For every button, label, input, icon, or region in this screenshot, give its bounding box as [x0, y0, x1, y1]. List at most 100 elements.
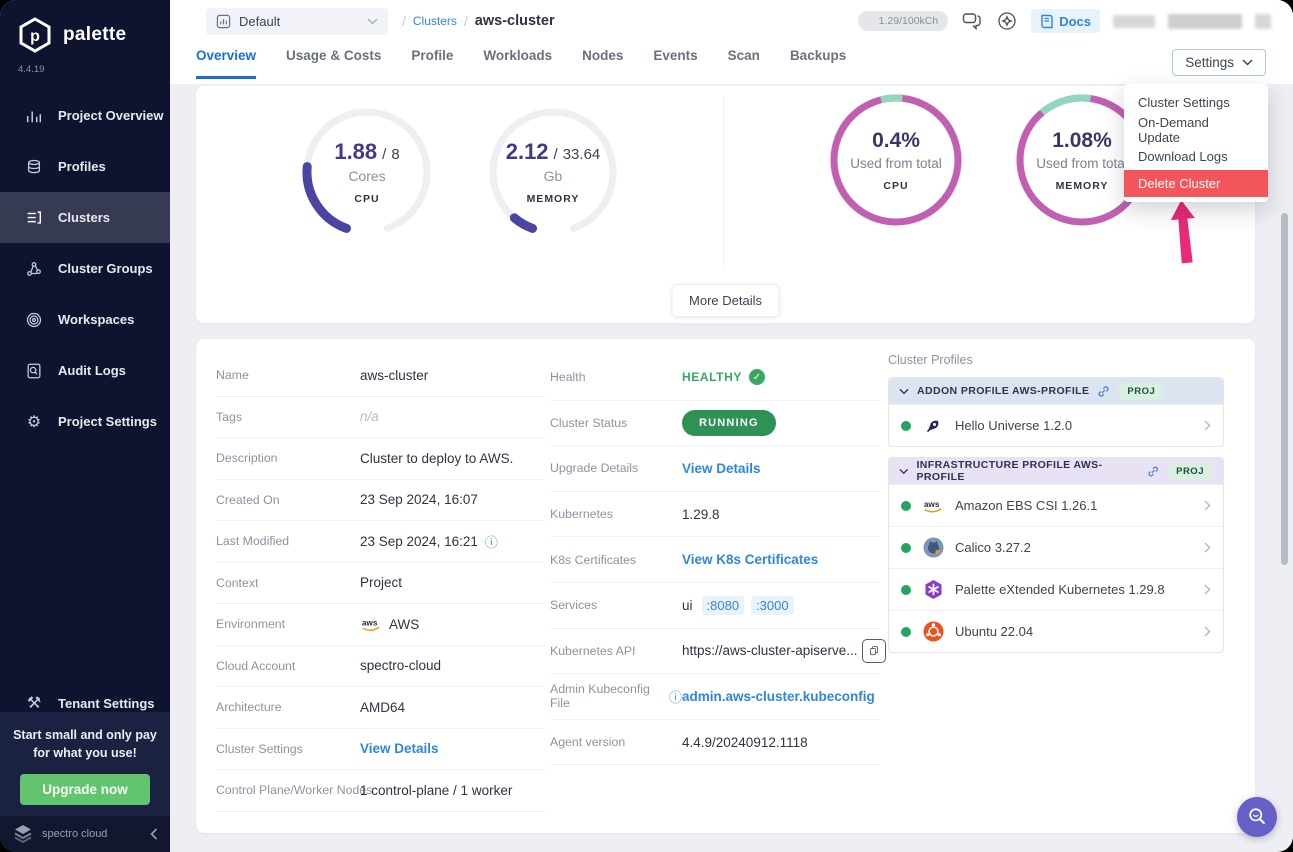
running-status-badge[interactable]: RUNNING [682, 410, 776, 436]
detail-label: Context [216, 576, 360, 590]
copy-button[interactable] [862, 639, 886, 663]
status-label: Kubernetes [550, 507, 682, 521]
footer-brand-name: spectro cloud [42, 828, 142, 840]
cluster-settings-view-details-link[interactable]: View Details [360, 741, 439, 756]
service-port-link[interactable]: :8080 [702, 596, 745, 615]
sidebar-item-label: Project Settings [58, 414, 157, 429]
sidebar-item-profiles[interactable]: Profiles [0, 141, 170, 192]
promo-line-2: for what you use! [33, 746, 136, 760]
breadcrumb: / Clusters / aws-cluster [402, 13, 555, 29]
view-k8s-certificates-link[interactable]: View K8s Certificates [682, 552, 818, 567]
chevron-right-icon [1204, 500, 1211, 511]
tools-icon: ⚒ [24, 693, 44, 713]
menu-item-cluster-settings[interactable]: Cluster Settings [1124, 89, 1268, 116]
menu-item-on-demand-update[interactable]: On-Demand Update [1124, 116, 1268, 143]
kubeconfig-download-link[interactable]: admin.aws-cluster.kubeconfig [682, 689, 875, 704]
sidebar-item-cluster-groups[interactable]: Cluster Groups [0, 243, 170, 294]
chart-mini-icon [216, 14, 231, 29]
cpu-cores-gauge: 1.88 / 8 Cores CPU [297, 102, 437, 242]
detail-value: spectro-cloud [360, 658, 441, 673]
chevron-right-icon [1204, 542, 1211, 553]
link-icon[interactable] [1147, 465, 1159, 478]
details-column: Name aws-cluster Tags n/a Description Cl… [216, 355, 546, 812]
last-modified-value: 23 Sep 2024, 16:21 [360, 534, 478, 549]
settings-button[interactable]: Settings [1172, 49, 1266, 76]
svg-text:p: p [30, 28, 40, 45]
sidebar-item-label: Cluster Groups [58, 261, 153, 276]
gauge-label: CPU [354, 193, 379, 205]
sidebar-item-project-settings[interactable]: ⚙ Project Settings [0, 396, 170, 447]
chat-icon[interactable] [961, 10, 983, 32]
tab-nodes[interactable]: Nodes [582, 48, 623, 79]
proj-badge: PROJ [1167, 463, 1213, 480]
svg-text:aws: aws [924, 499, 940, 508]
profile-item-palette-extended-kubernetes[interactable]: Palette eXtended Kubernetes 1.29.8 [889, 568, 1223, 610]
audit-icon [24, 361, 44, 381]
gauge-separator: / [554, 146, 558, 163]
profile-item-name: Palette eXtended Kubernetes 1.29.8 [955, 582, 1165, 597]
tab-usage-costs[interactable]: Usage & Costs [286, 48, 381, 79]
check-circle-icon: ✓ [749, 369, 765, 385]
tab-backups[interactable]: Backups [790, 48, 846, 79]
profile-item-ubuntu[interactable]: Ubuntu 22.04 [889, 610, 1223, 652]
row-services: Services ui :8080 :3000 [550, 583, 880, 629]
cpu-used-value: 1.88 [334, 139, 377, 165]
sidebar-item-clusters[interactable]: Clusters [0, 192, 170, 243]
chevron-down-icon [367, 18, 378, 25]
gauge-unit: Cores [348, 168, 385, 184]
aws-icon: aws [922, 495, 944, 517]
upgrade-now-button[interactable]: Upgrade now [20, 774, 150, 805]
tab-scan[interactable]: Scan [728, 48, 760, 79]
menu-item-delete-cluster[interactable]: Delete Cluster [1124, 170, 1268, 197]
row-health: Health HEALTHY ✓ [550, 355, 880, 401]
compass-icon[interactable] [996, 10, 1018, 32]
detail-label: Cloud Account [216, 659, 360, 673]
health-value: HEALTHY ✓ [682, 369, 765, 385]
donut-label: CPU [883, 180, 908, 192]
scrollbar[interactable] [1281, 213, 1288, 565]
detail-label: Environment [216, 617, 360, 631]
sidebar-item-project-overview[interactable]: Project Overview [0, 90, 170, 141]
kubernetes-version: 1.29.8 [682, 507, 720, 522]
service-port-link[interactable]: :3000 [751, 596, 794, 615]
gauge-separator: / [382, 146, 386, 163]
profile-section-name: INFRASTRUCTURE PROFILE AWS-PROFILE [916, 459, 1138, 483]
settings-button-label: Settings [1185, 55, 1234, 70]
profile-item-amazon-ebs[interactable]: aws Amazon EBS CSI 1.26.1 [889, 484, 1223, 526]
link-icon[interactable] [1097, 385, 1110, 398]
list-icon [24, 208, 44, 228]
row-cluster-status: Cluster Status RUNNING [550, 401, 880, 447]
detail-value: 23 Sep 2024, 16:07 [360, 492, 478, 507]
menu-item-download-logs[interactable]: Download Logs [1124, 143, 1268, 170]
chevron-right-icon [1204, 584, 1211, 595]
row-upgrade-details: Upgrade Details View Details [550, 446, 880, 492]
upgrade-view-details-link[interactable]: View Details [682, 461, 761, 476]
infrastructure-profile-header[interactable]: INFRASTRUCTURE PROFILE AWS-PROFILE PROJ [889, 458, 1223, 484]
more-details-button[interactable]: More Details [671, 284, 780, 317]
healthy-text: HEALTHY [682, 370, 742, 384]
breadcrumb-current: aws-cluster [475, 13, 555, 29]
info-icon[interactable]: ⓘ [669, 687, 682, 706]
collapse-sidebar-icon[interactable] [150, 828, 158, 840]
gauge-label: MEMORY [527, 193, 580, 205]
project-selector-dropdown[interactable]: Default [206, 8, 388, 35]
profile-item-hello-universe[interactable]: Hello Universe 1.2.0 [889, 404, 1223, 446]
aws-icon: aws [360, 617, 382, 632]
sidebar-item-workspaces[interactable]: Workspaces [0, 294, 170, 345]
breadcrumb-clusters-link[interactable]: Clusters [413, 14, 457, 28]
info-icon[interactable]: ⓘ [485, 532, 498, 551]
tab-events[interactable]: Events [653, 48, 697, 79]
app-window: p palette 4.4.19 Project Overview Profil… [0, 0, 1293, 852]
tab-workloads[interactable]: Workloads [483, 48, 552, 79]
detail-label: Created On [216, 493, 360, 507]
tab-overview[interactable]: Overview [196, 48, 256, 79]
profile-item-calico[interactable]: Calico 3.27.2 [889, 526, 1223, 568]
status-label: Upgrade Details [550, 461, 682, 475]
search-fab-button[interactable] [1237, 797, 1277, 837]
addon-profile-header[interactable]: ADDON PROFILE AWS-PROFILE PROJ [889, 378, 1223, 404]
tab-profile[interactable]: Profile [411, 48, 453, 79]
sidebar-item-audit-logs[interactable]: Audit Logs [0, 345, 170, 396]
docs-button[interactable]: Docs [1031, 9, 1100, 33]
sidebar-item-label: Audit Logs [58, 363, 126, 378]
row-kubeconfig: Admin Kubeconfig File ⓘ admin.aws-cluste… [550, 674, 880, 720]
